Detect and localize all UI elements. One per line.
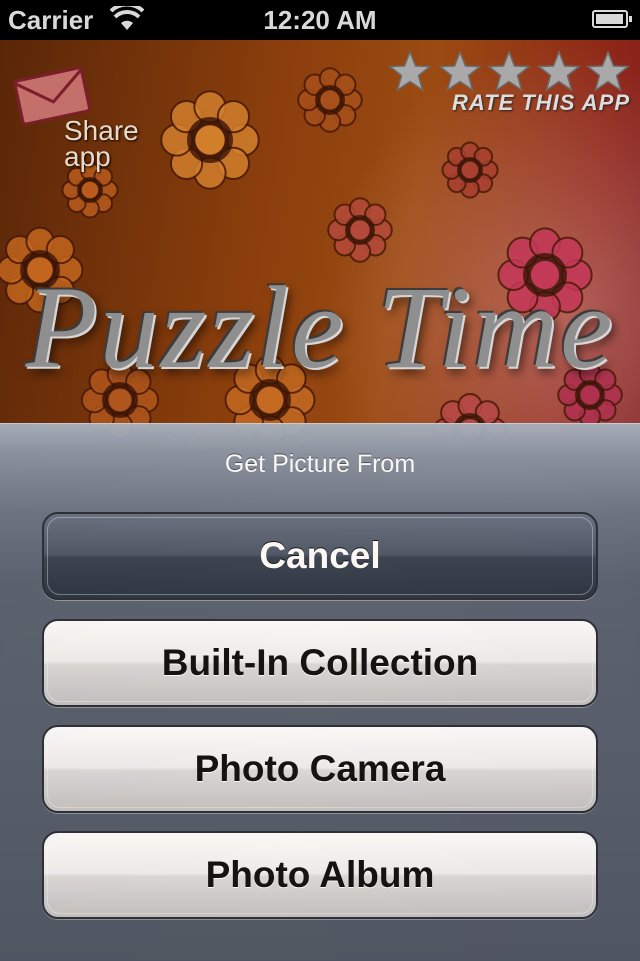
star-icon[interactable] xyxy=(388,50,432,94)
star-icon[interactable] xyxy=(487,50,531,94)
cancel-button-label: Cancel xyxy=(259,535,381,576)
action-sheet: Get Picture From Cancel Built-In Collect… xyxy=(0,423,640,961)
rate-this-app-label[interactable]: RATE THIS APP xyxy=(430,90,630,116)
flower-decoration xyxy=(297,67,363,133)
built-in-collection-label: Built-In Collection xyxy=(161,642,479,683)
cancel-button[interactable]: Cancel xyxy=(42,512,598,600)
flower-decoration xyxy=(327,197,393,263)
battery-icon xyxy=(592,10,632,28)
star-icon[interactable] xyxy=(437,50,482,94)
star-icon[interactable] xyxy=(536,50,581,94)
flower-decoration xyxy=(441,141,499,199)
flower-decoration xyxy=(160,90,260,190)
clock: 12:20 AM xyxy=(263,5,377,35)
photo-album-label: Photo Album xyxy=(205,854,435,895)
action-sheet-title: Get Picture From xyxy=(224,450,416,478)
photo-album-button[interactable]: Photo Album xyxy=(42,831,598,919)
photo-camera-button[interactable]: Photo Camera xyxy=(42,725,598,813)
status-bar: Carrier 12:20 AM xyxy=(0,0,640,40)
share-app-label: Share app xyxy=(64,117,154,172)
photo-camera-label: Photo Camera xyxy=(194,748,446,789)
built-in-collection-button[interactable]: Built-In Collection xyxy=(42,619,598,707)
share-app-button[interactable]: Share app xyxy=(12,56,162,171)
share-label-line2: app xyxy=(64,141,111,172)
app-logo: Puzzle Time xyxy=(25,262,615,393)
star-icon[interactable] xyxy=(586,50,630,94)
